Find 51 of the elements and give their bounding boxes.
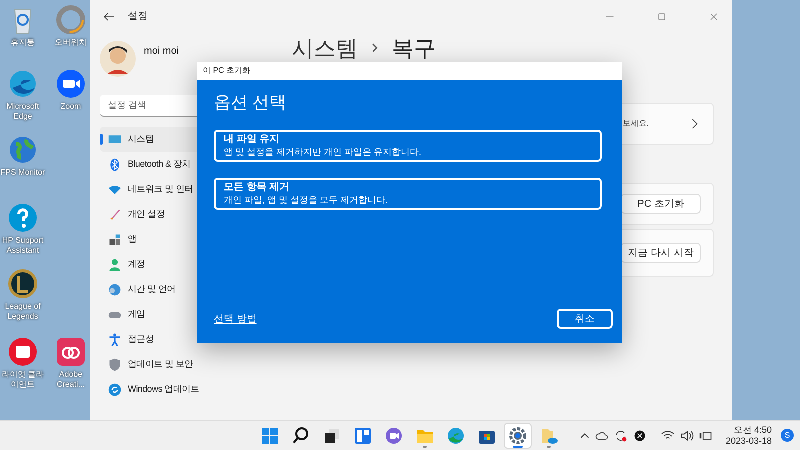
help-icon: [7, 202, 39, 234]
sync-icon: [614, 428, 628, 442]
clock-time[interactable]: 오전 4:50: [734, 424, 772, 436]
brush-icon: [108, 208, 122, 222]
action-button[interactable]: 지금 다시 시작: [621, 243, 701, 263]
sidebar-item[interactable]: 앱: [100, 227, 280, 252]
globe-icon: [7, 134, 39, 166]
sidebar-item[interactable]: 시간 및 언어: [100, 277, 280, 302]
error-icon: [632, 428, 647, 442]
volume-icon: [680, 428, 694, 442]
clock-date[interactable]: 2023-03-18: [726, 436, 772, 446]
notification-badge[interactable]: S: [781, 429, 794, 442]
edge-icon: [446, 426, 466, 446]
edge-icon: [7, 68, 39, 100]
maximize-icon: [656, 10, 668, 22]
accessibility-icon: [108, 332, 122, 346]
close-icon: [708, 10, 720, 22]
monitor-icon: [108, 132, 122, 146]
sidebar-item[interactable]: 접근성: [100, 327, 280, 352]
dialog-title: 이 PC 초기화: [203, 65, 251, 77]
window-title: 설정: [128, 10, 148, 24]
search-icon: [291, 426, 311, 446]
option-button[interactable]: 모든 항목 제거 개인 파일, 앱 및 설정을 모두 제거합니다.: [214, 178, 602, 210]
chevron-up-icon: [580, 430, 590, 440]
page-title: 시스템: [292, 34, 358, 62]
settings-icon: [508, 426, 528, 446]
card-description: 보세요.: [622, 118, 649, 130]
sidebar-item[interactable]: Windows 업데이트: [100, 377, 280, 402]
person-icon: [108, 258, 122, 272]
user-name: moi moi: [144, 44, 180, 58]
sidebar-item[interactable]: 계정: [100, 252, 280, 277]
avatar: [100, 41, 136, 77]
emblem-icon: [7, 268, 39, 300]
fist-icon: [7, 336, 39, 368]
option-button[interactable]: 내 파일 유지 앱 및 설정을 제거하지만 개인 파일은 유지합니다.: [214, 130, 602, 162]
chevron-right-icon: [370, 43, 380, 53]
video-icon: [55, 68, 87, 100]
shield-icon: [108, 358, 122, 372]
sidebar-item[interactable]: 업데이트 및 보안: [100, 352, 280, 377]
ring-icon: [55, 4, 87, 36]
bluetooth-icon: [108, 158, 122, 172]
page-title: 복구: [392, 34, 436, 62]
action-button[interactable]: PC 초기화: [621, 194, 701, 214]
chat-icon: [384, 426, 404, 446]
update-icon: [108, 382, 122, 396]
apps-icon: [108, 232, 122, 246]
windows-logo-icon: [260, 426, 280, 446]
widgets-icon: [353, 426, 373, 446]
globe-icon: [108, 282, 122, 296]
help-link[interactable]: 선택 방법: [214, 312, 257, 326]
cancel-button[interactable]: 취소: [557, 309, 613, 329]
